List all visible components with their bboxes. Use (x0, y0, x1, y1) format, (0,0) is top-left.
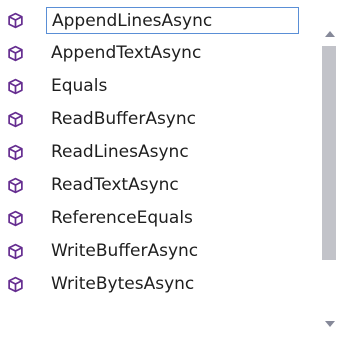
completion-list: AppendLinesAsync AppendTextAsync Equals … (0, 0, 344, 338)
method-cube-icon (8, 45, 23, 62)
scroll-thumb[interactable] (322, 46, 336, 260)
method-cube-icon (8, 276, 23, 293)
method-cube-icon (8, 177, 23, 194)
scroll-down-button[interactable] (318, 312, 342, 336)
list-item-label: ReferenceEquals (51, 208, 193, 228)
triangle-up-icon (325, 31, 335, 37)
list-item-label: AppendLinesAsync (46, 7, 299, 34)
scroll-up-button[interactable] (318, 22, 342, 46)
list-item[interactable]: AppendTextAsync (0, 37, 316, 70)
list-item-label: Equals (51, 76, 108, 96)
method-cube-icon (8, 78, 23, 95)
list-item[interactable]: WriteBytesAsync (0, 268, 316, 301)
list-item[interactable]: ReadLinesAsync (0, 136, 316, 169)
list-item-label: ReadBufferAsync (51, 109, 196, 129)
list-item[interactable]: WriteBufferAsync (0, 235, 316, 268)
list-item[interactable]: ReadBufferAsync (0, 103, 316, 136)
list-item[interactable]: Equals (0, 70, 316, 103)
list-item[interactable]: ReadTextAsync (0, 169, 316, 202)
method-cube-icon (8, 243, 23, 260)
method-cube-icon (8, 111, 23, 128)
list-item-label: ReadTextAsync (51, 175, 179, 195)
method-cube-icon (8, 210, 23, 227)
list-item-label: WriteBufferAsync (51, 241, 199, 261)
method-cube-icon (8, 144, 23, 161)
list-item-label: AppendTextAsync (51, 43, 202, 63)
list-item[interactable]: AppendLinesAsync (0, 4, 316, 37)
completion-items: AppendLinesAsync AppendTextAsync Equals … (0, 4, 316, 301)
triangle-down-icon (325, 321, 335, 327)
list-item[interactable]: ReferenceEquals (0, 202, 316, 235)
method-cube-icon (8, 12, 23, 29)
list-item-label: WriteBytesAsync (51, 274, 195, 294)
list-item-label: ReadLinesAsync (51, 142, 189, 162)
vertical-scrollbar[interactable] (318, 0, 342, 338)
